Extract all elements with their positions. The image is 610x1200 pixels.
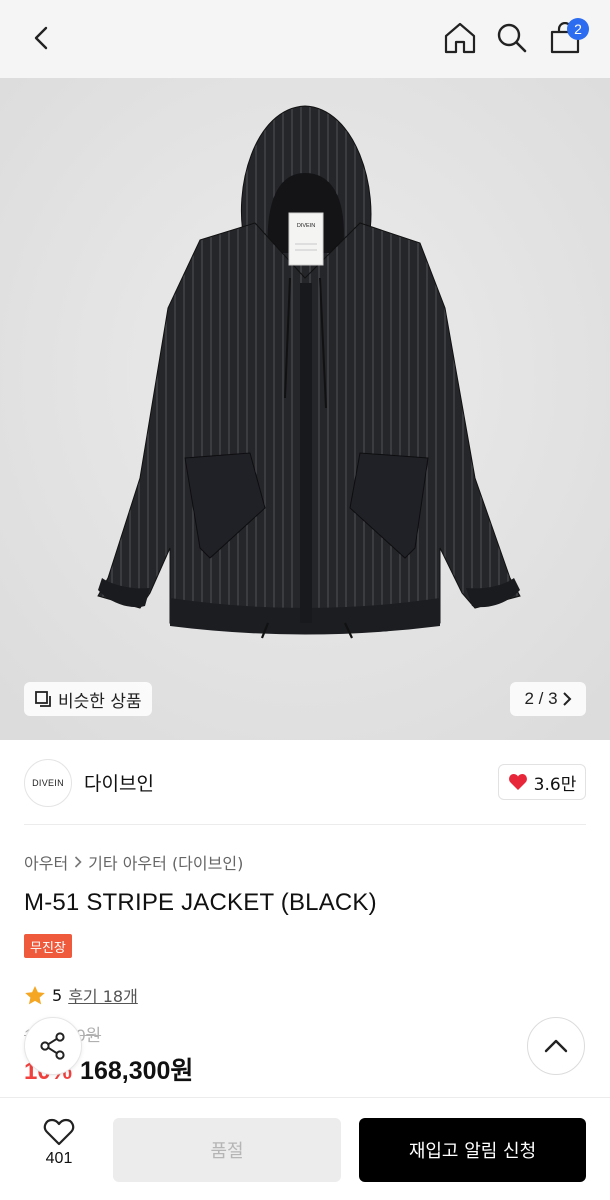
product-image-carousel[interactable]: DIVEIN 비슷한 상품 2 / 3: [0, 78, 610, 740]
brand-name[interactable]: 다이브인: [84, 769, 154, 796]
divider: [24, 824, 586, 825]
copy-icon: [35, 691, 51, 707]
review-count-link[interactable]: 후기 18개: [68, 983, 138, 1007]
breadcrumb: 아우터 기타 아우터 (다이브인): [24, 850, 243, 874]
sale-price: 168,300원: [80, 1057, 194, 1085]
chevron-left-icon: [34, 26, 48, 50]
brand-row: DIVEIN 다이브인 3.6만: [24, 757, 586, 807]
home-button[interactable]: [436, 14, 484, 62]
image-pager[interactable]: 2 / 3: [510, 682, 586, 716]
wishlist-button[interactable]: 401: [24, 1118, 94, 1182]
soldout-button[interactable]: 품절: [113, 1118, 341, 1182]
product-title: M-51 STRIPE JACKET (BLACK): [24, 889, 377, 916]
heart-filled-icon: [508, 774, 527, 790]
home-icon: [444, 22, 476, 54]
pager-text: 2 / 3: [524, 689, 558, 708]
bottom-action-bar: 401 품절 재입고 알림 신청: [0, 1097, 610, 1200]
label-tag-text: DIVEIN: [297, 223, 315, 229]
breadcrumb-category[interactable]: 아우터: [24, 850, 68, 874]
brand-logo[interactable]: DIVEIN: [24, 759, 72, 807]
brand-like-button[interactable]: 3.6만: [498, 764, 586, 800]
wishlist-count: 401: [45, 1150, 73, 1167]
share-button[interactable]: [24, 1017, 82, 1075]
chevron-up-icon: [544, 1039, 568, 1053]
restock-alert-button[interactable]: 재입고 알림 신청: [359, 1118, 586, 1182]
rating-row: 5 후기 18개: [24, 983, 138, 1007]
cart-count-badge: 2: [567, 18, 589, 40]
top-nav-bar: 2: [0, 0, 610, 78]
star-icon: [25, 985, 45, 1004]
brand-like-count: 3.6만: [533, 774, 577, 795]
cart-button[interactable]: 2: [541, 14, 589, 62]
rating-score: 5: [52, 985, 63, 1005]
promo-tag: 무진장: [24, 934, 72, 958]
search-button[interactable]: [488, 14, 536, 62]
brand-logo-text: DIVEIN: [32, 778, 64, 788]
similar-products-button[interactable]: 비슷한 상품: [24, 682, 152, 716]
product-image: DIVEIN: [0, 78, 610, 740]
heart-outline-icon: [43, 1118, 75, 1146]
back-button[interactable]: [18, 14, 66, 62]
breadcrumb-subcategory[interactable]: 기타 아우터 (다이브인): [88, 850, 243, 874]
share-icon: [40, 1032, 65, 1060]
scroll-to-top-button[interactable]: [527, 1017, 585, 1075]
search-icon: [497, 23, 527, 53]
similar-products-label: 비슷한 상품: [58, 691, 142, 712]
chevron-right-icon: [75, 856, 82, 868]
chevron-right-icon: [562, 692, 571, 706]
